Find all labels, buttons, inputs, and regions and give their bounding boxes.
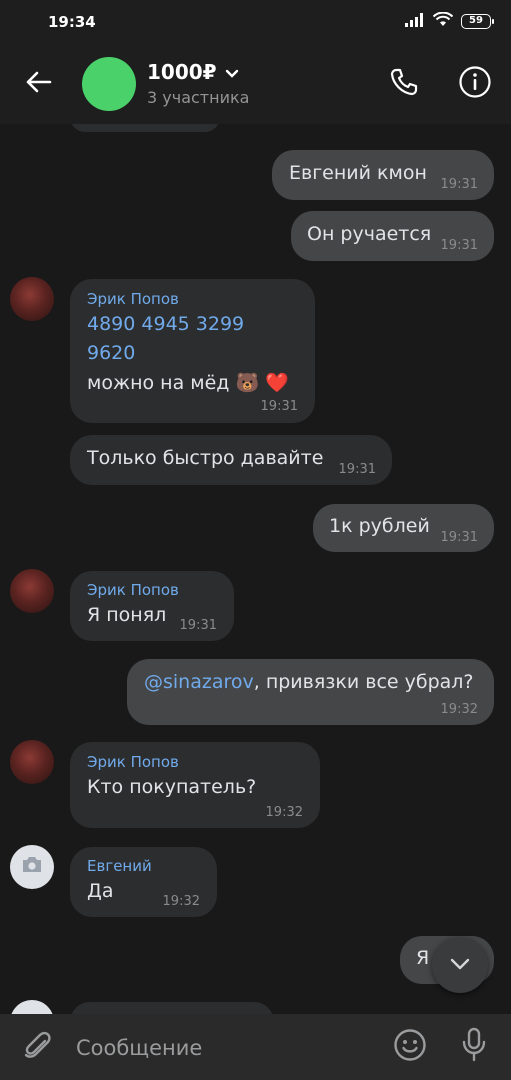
message-bubble-incoming[interactable]: Эрик Попов 4890 4945 3299 9620 можно на …	[70, 279, 315, 423]
scroll-to-bottom-button[interactable]	[432, 937, 488, 993]
card-number-link[interactable]: 9620	[87, 342, 135, 364]
message-text: @sinazarov, привязки все убрал?	[144, 671, 474, 693]
message-text-rest: , привязки все убрал?	[253, 671, 474, 693]
message-sender[interactable]: Эрик Попов	[87, 753, 179, 771]
message-text: можно на мёд 🐻 ❤️	[87, 372, 289, 394]
avatar[interactable]	[10, 569, 54, 613]
message-time: 19:31	[179, 618, 217, 633]
call-button[interactable]	[384, 64, 424, 104]
message-text: Только быстро давайте	[87, 447, 324, 469]
message-text: Евгений кмон	[289, 162, 427, 184]
avatar[interactable]	[10, 277, 54, 321]
message-bubble-outgoing[interactable]: Евгений кмон 19:31	[272, 150, 494, 200]
message-bubble-partial	[70, 124, 220, 132]
message-sender[interactable]: Эрик Попов	[87, 581, 179, 599]
message-text: Да	[87, 880, 114, 902]
message-time: 19:32	[265, 805, 303, 820]
message-time: 19:31	[440, 177, 478, 192]
message-time: 19:31	[338, 462, 376, 477]
mention-link[interactable]: @sinazarov	[144, 671, 254, 693]
battery-icon: 59	[461, 14, 494, 29]
message-feed[interactable]: Евгений кмон 19:31 Он ручается 19:31 Эри…	[0, 124, 511, 1014]
message-time: 19:31	[440, 530, 478, 545]
emoji-button[interactable]	[390, 1027, 430, 1067]
avatar[interactable]	[10, 845, 54, 889]
message-text: Я понял	[87, 604, 167, 626]
signal-icon	[405, 12, 425, 31]
attach-button[interactable]	[18, 1028, 58, 1068]
message-time: 19:31	[440, 238, 478, 253]
message-composer	[0, 1014, 511, 1080]
message-bubble-partial	[70, 1002, 274, 1014]
message-bubble-outgoing[interactable]: @sinazarov, привязки все убрал? 19:32	[127, 659, 494, 725]
chat-title-text: 1000₽	[147, 60, 217, 84]
status-bar: 19:34 59	[0, 0, 511, 44]
message-text: 1к рублей	[329, 515, 430, 537]
message-bubble-incoming[interactable]: Евгений Да 19:32	[70, 847, 217, 917]
message-sender[interactable]: Евгений	[87, 857, 152, 875]
back-arrow-icon	[24, 70, 52, 98]
info-icon	[458, 65, 492, 103]
back-button[interactable]	[18, 64, 58, 104]
card-number-link[interactable]: 4890 4945 3299	[87, 313, 244, 335]
microphone-icon	[460, 1027, 488, 1067]
message-bubble-incoming[interactable]: Эрик Попов Кто покупатель? 19:32	[70, 742, 320, 828]
message-text: Кто покупатель?	[87, 776, 257, 798]
chat-avatar[interactable]	[82, 57, 136, 111]
status-time: 19:34	[48, 13, 96, 31]
voice-message-button[interactable]	[454, 1027, 494, 1067]
paperclip-icon	[23, 1029, 53, 1067]
chat-members-count: 3 участника	[147, 88, 250, 107]
message-time: 19:31	[260, 399, 298, 414]
chat-title[interactable]: 1000₽	[147, 60, 239, 84]
message-time: 19:32	[440, 702, 478, 717]
message-bubble-incoming[interactable]: Эрик Попов Я понял 19:31	[70, 571, 234, 641]
message-bubble-outgoing[interactable]: Он ручается 19:31	[291, 211, 494, 261]
emoji-icon	[393, 1028, 427, 1066]
message-text: Я	[416, 947, 430, 969]
message-bubble-outgoing[interactable]: 1к рублей 19:31	[313, 504, 494, 552]
chevron-down-icon	[449, 956, 471, 975]
chat-header: 1000₽ 3 участника	[0, 44, 511, 124]
chevron-down-icon	[225, 60, 239, 84]
phone-icon	[389, 67, 419, 101]
message-text: Он ручается	[307, 223, 432, 245]
avatar[interactable]	[10, 740, 54, 784]
info-button[interactable]	[455, 64, 495, 104]
avatar[interactable]	[10, 1000, 54, 1014]
wifi-icon	[432, 11, 454, 31]
status-icons: 59	[405, 11, 494, 31]
message-time: 19:32	[162, 894, 200, 909]
message-sender[interactable]: Эрик Попов	[87, 290, 179, 308]
camera-icon	[21, 856, 43, 878]
message-input[interactable]	[76, 1032, 366, 1064]
message-bubble-incoming[interactable]: Только быстро давайте 19:31	[70, 435, 392, 485]
